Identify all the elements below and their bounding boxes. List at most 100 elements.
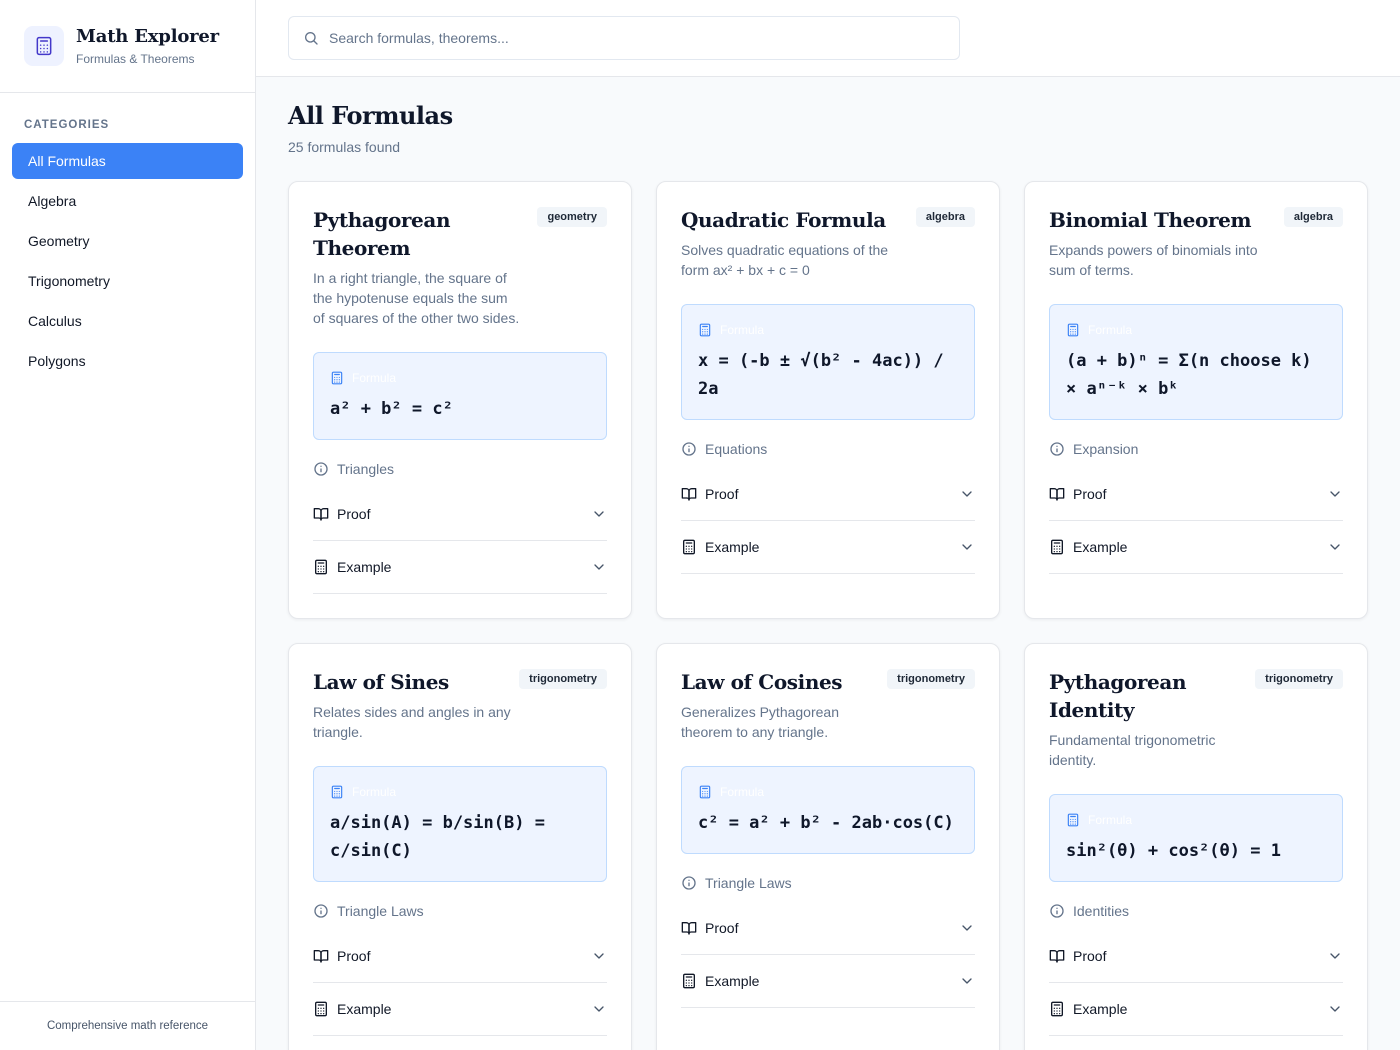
calculator-icon bbox=[681, 539, 697, 555]
example-accordion[interactable]: Example bbox=[1049, 983, 1343, 1036]
proof-label: Proof bbox=[337, 506, 371, 522]
category-row: Expansion bbox=[1049, 438, 1343, 460]
chevron-down-icon bbox=[959, 486, 975, 502]
book-open-icon bbox=[681, 920, 697, 936]
search-box[interactable] bbox=[288, 16, 960, 60]
calculator-icon bbox=[24, 26, 64, 66]
formula-box: Formula c² = a² + b² - 2ab·cos(C) bbox=[681, 766, 975, 854]
proof-label: Proof bbox=[1073, 486, 1107, 502]
sidebar-item-label: Trigonometry bbox=[28, 273, 110, 289]
calculator-icon bbox=[330, 371, 344, 385]
book-open-icon bbox=[1049, 948, 1065, 964]
formula-text: a/sin(A) = b/sin(B) = c/sin(C) bbox=[330, 813, 545, 861]
example-accordion[interactable]: Example bbox=[681, 955, 975, 1008]
card-description: Relates sides and angles in any triangle… bbox=[313, 704, 511, 740]
proof-accordion[interactable]: Proof bbox=[1049, 930, 1343, 983]
proof-accordion[interactable]: Proof bbox=[1049, 468, 1343, 521]
formula-card: Pythagorean Identity trigonometry Fundam… bbox=[1024, 643, 1368, 1050]
chevron-down-icon bbox=[591, 948, 607, 964]
book-open-icon bbox=[313, 506, 329, 522]
sidebar-item-label: Algebra bbox=[28, 193, 77, 209]
card-description: Solves quadratic equations of the form a… bbox=[681, 242, 889, 278]
info-icon bbox=[681, 441, 697, 457]
calculator-icon bbox=[1049, 1001, 1065, 1017]
calculator-icon bbox=[698, 323, 712, 337]
info-icon bbox=[1049, 903, 1065, 919]
card-title: Law of Cosines bbox=[681, 670, 843, 694]
calculator-icon bbox=[698, 785, 712, 799]
card-description: Fundamental trigonometric identity. bbox=[1049, 732, 1216, 768]
proof-accordion[interactable]: Proof bbox=[681, 468, 975, 521]
formula-card: Quadratic Formula algebra Solves quadrat… bbox=[656, 181, 1000, 619]
example-label: Example bbox=[705, 539, 760, 555]
category-nav: All Formulas Algebra Geometry Trigonometry C… bbox=[0, 131, 255, 379]
category-row: Equations bbox=[681, 438, 975, 460]
category-label: Triangles bbox=[337, 461, 395, 477]
example-label: Example bbox=[705, 973, 760, 989]
example-accordion[interactable]: Example bbox=[1049, 521, 1343, 574]
card-title: Pythagorean Theorem bbox=[313, 208, 451, 260]
sidebar-item-polygons[interactable]: Polygons bbox=[12, 343, 243, 379]
card-title: Quadratic Formula bbox=[681, 208, 886, 232]
subject-badge: trigonometry bbox=[519, 669, 607, 689]
info-icon bbox=[313, 461, 329, 477]
example-label: Example bbox=[337, 1001, 392, 1017]
example-label: Example bbox=[337, 559, 392, 575]
sidebar-item-geometry[interactable]: Geometry bbox=[12, 223, 243, 259]
chevron-down-icon bbox=[959, 920, 975, 936]
calculator-icon bbox=[313, 1001, 329, 1017]
chevron-down-icon bbox=[1327, 1001, 1343, 1017]
card-title: Law of Sines bbox=[313, 670, 449, 694]
formula-text: c² = a² + b² - 2ab·cos(C) bbox=[698, 813, 954, 833]
calculator-icon bbox=[1066, 323, 1080, 337]
formula-grid: Pythagorean Theorem geometry In a right … bbox=[288, 181, 1368, 1050]
formula-box: Formula (a + b)ⁿ = Σ(n choose k) × aⁿ⁻ᵏ … bbox=[1049, 304, 1343, 420]
card-title: Binomial Theorem bbox=[1049, 208, 1252, 232]
category-row: Triangle Laws bbox=[313, 900, 607, 922]
categories-heading: CATEGORIES bbox=[24, 119, 110, 131]
proof-accordion[interactable]: Proof bbox=[313, 488, 607, 541]
category-label: Equations bbox=[705, 441, 768, 457]
formula-label: Formula bbox=[1088, 813, 1133, 827]
subject-badge: algebra bbox=[1283, 207, 1343, 227]
sidebar-item-label: Geometry bbox=[28, 233, 90, 249]
sidebar-item-calculus[interactable]: Calculus bbox=[12, 303, 243, 339]
sidebar-item-label: Calculus bbox=[28, 313, 82, 329]
proof-accordion[interactable]: Proof bbox=[313, 930, 607, 983]
formula-text: a² + b² = c² bbox=[330, 399, 453, 419]
search-input[interactable] bbox=[329, 30, 929, 46]
formula-label: Formula bbox=[352, 785, 397, 799]
example-accordion[interactable]: Example bbox=[681, 521, 975, 574]
sidebar-item-algebra[interactable]: Algebra bbox=[12, 183, 243, 219]
sidebar-item-all-formulas[interactable]: All Formulas bbox=[12, 143, 243, 179]
category-label: Identities bbox=[1073, 903, 1130, 919]
book-open-icon bbox=[1049, 486, 1065, 502]
formula-label: Formula bbox=[720, 785, 765, 799]
example-label: Example bbox=[1073, 539, 1128, 555]
chevron-down-icon bbox=[591, 506, 607, 522]
example-label: Example bbox=[1073, 1001, 1128, 1017]
formula-text: (a + b)ⁿ = Σ(n choose k) × aⁿ⁻ᵏ × bᵏ bbox=[1066, 351, 1312, 399]
calculator-icon bbox=[681, 973, 697, 989]
subject-badge: geometry bbox=[537, 207, 607, 227]
card-title: Pythagorean Identity bbox=[1049, 670, 1187, 722]
formula-text: x = (-b ± √(b² - 4ac)) / 2a bbox=[698, 351, 944, 399]
example-accordion[interactable]: Example bbox=[313, 541, 607, 594]
chevron-down-icon bbox=[959, 973, 975, 989]
chevron-down-icon bbox=[959, 539, 975, 555]
chevron-down-icon bbox=[591, 1001, 607, 1017]
page-title: All Formulas bbox=[288, 101, 453, 130]
app-title: Math Explorer bbox=[76, 26, 219, 47]
sidebar-item-trigonometry[interactable]: Trigonometry bbox=[12, 263, 243, 299]
proof-accordion[interactable]: Proof bbox=[681, 902, 975, 955]
category-row: Triangle Laws bbox=[681, 872, 975, 894]
book-open-icon bbox=[313, 948, 329, 964]
chevron-down-icon bbox=[591, 559, 607, 575]
calculator-icon bbox=[1049, 539, 1065, 555]
top-bar bbox=[256, 0, 1400, 77]
proof-label: Proof bbox=[705, 486, 739, 502]
chevron-down-icon bbox=[1327, 539, 1343, 555]
formula-card: Law of Cosines trigonometry Generalizes … bbox=[656, 643, 1000, 1050]
formula-box: Formula a² + b² = c² bbox=[313, 352, 607, 440]
example-accordion[interactable]: Example bbox=[313, 983, 607, 1036]
